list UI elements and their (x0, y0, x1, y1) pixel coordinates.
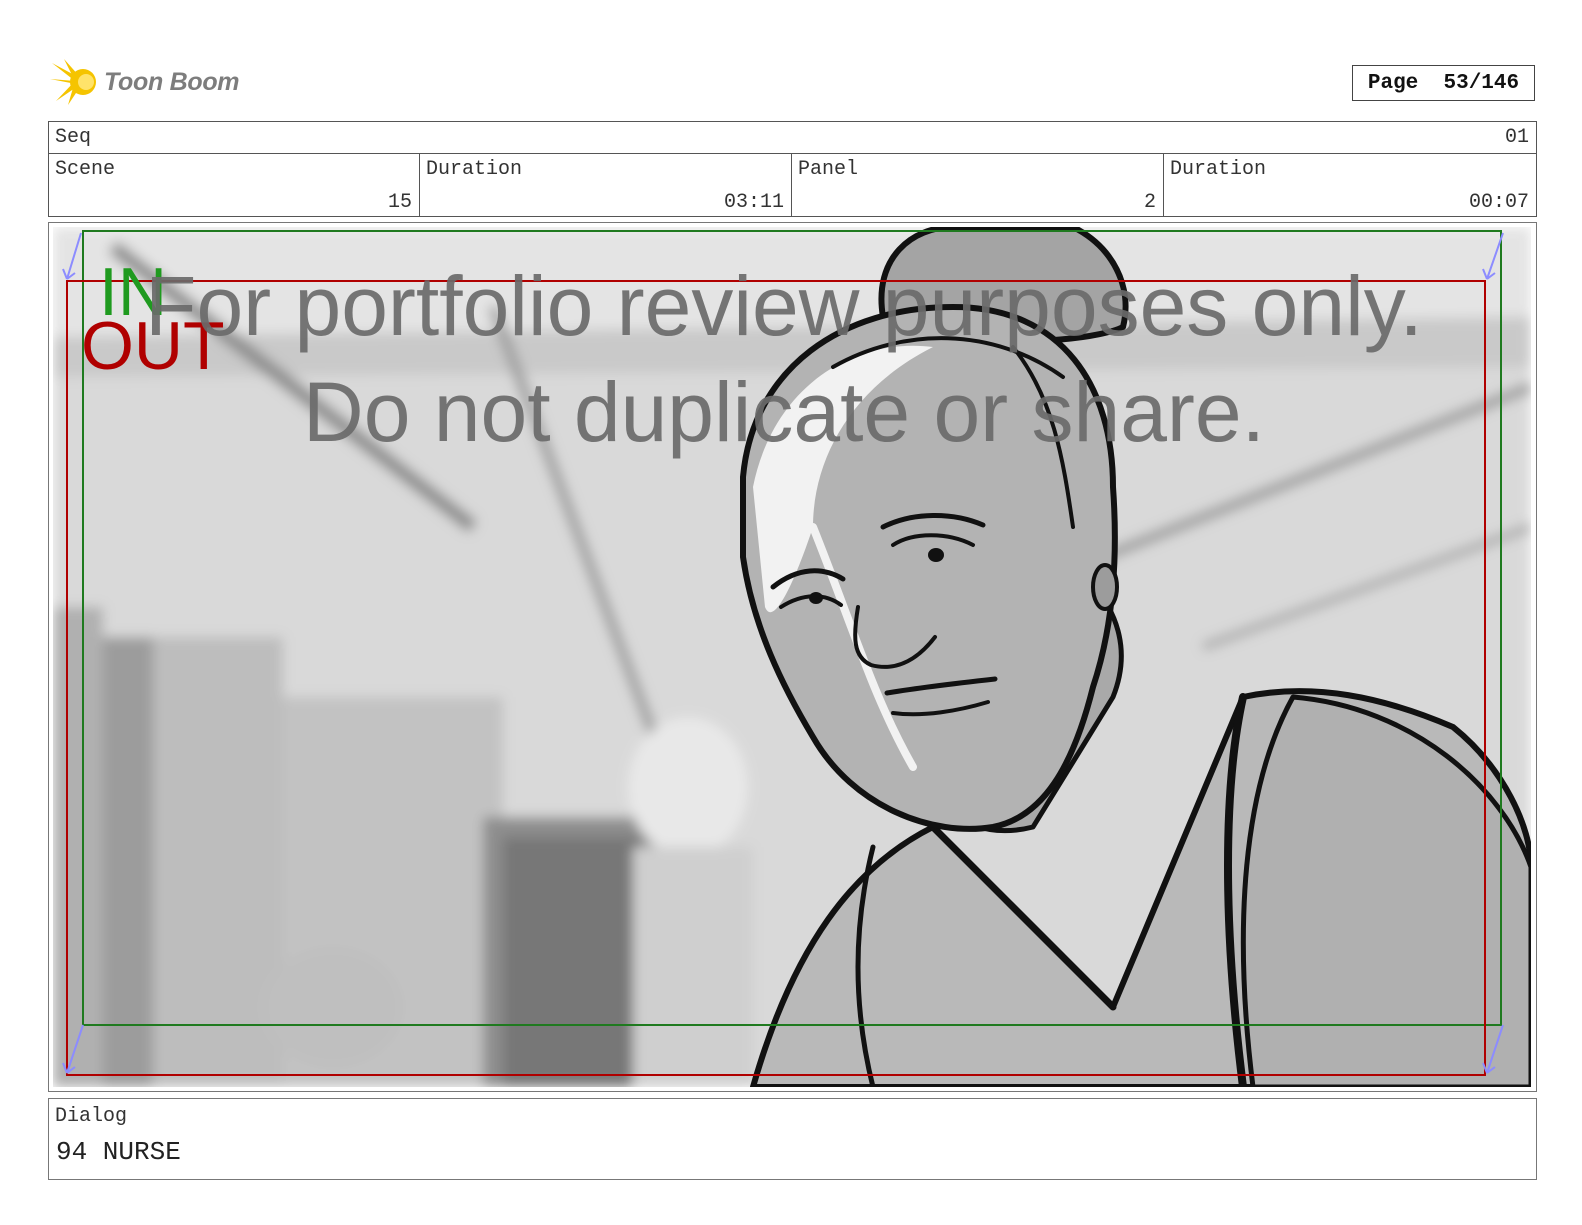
sequence-label: Seq (55, 126, 92, 149)
sketch-drawing: IN OUT For portfolio review purposes onl… (53, 227, 1531, 1087)
panel-artwork: IN OUT For portfolio review purposes onl… (53, 227, 1531, 1087)
panel-duration-value: 00:07 (1468, 191, 1529, 214)
panel-label: Panel (798, 158, 859, 181)
watermark-line-2: Do not duplicate or share. (303, 365, 1265, 459)
panel-duration-label: Duration (1170, 158, 1267, 181)
toon-boom-logo: Toon Boom (50, 56, 240, 108)
scene-panel-row: Scene 15 Duration 03:11 Panel 2 Duration… (49, 154, 1536, 217)
storyboard-panel: IN OUT For portfolio review purposes onl… (48, 222, 1537, 1092)
panel-value: 2 (1143, 191, 1156, 214)
storyboard-header: Seq 01 Scene 15 Duration 03:11 Panel 2 D… (48, 121, 1537, 217)
panel-cell: Panel 2 (791, 154, 1163, 217)
panel-duration-cell: Duration 00:07 (1163, 154, 1536, 217)
sequence-row: Seq 01 (49, 122, 1536, 154)
brand-name: Toon Boom (104, 67, 240, 96)
scene-cell: Scene 15 (49, 154, 419, 217)
scene-duration-label: Duration (426, 158, 523, 181)
sequence-value: 01 (1504, 126, 1529, 149)
scene-duration-value: 03:11 (723, 191, 784, 214)
dialog-text: 94 NURSE (56, 1137, 181, 1167)
dialog-label: Dialog (55, 1105, 128, 1128)
page-counter: Page 53/146 (1352, 65, 1535, 101)
scene-label: Scene (55, 158, 116, 181)
scene-duration-cell: Duration 03:11 (419, 154, 791, 217)
dialog-box: Dialog 94 NURSE (48, 1098, 1537, 1180)
watermark-line-1: For portfolio review purposes only. (145, 259, 1423, 353)
starburst-icon (50, 59, 96, 105)
scene-value: 15 (387, 191, 412, 214)
